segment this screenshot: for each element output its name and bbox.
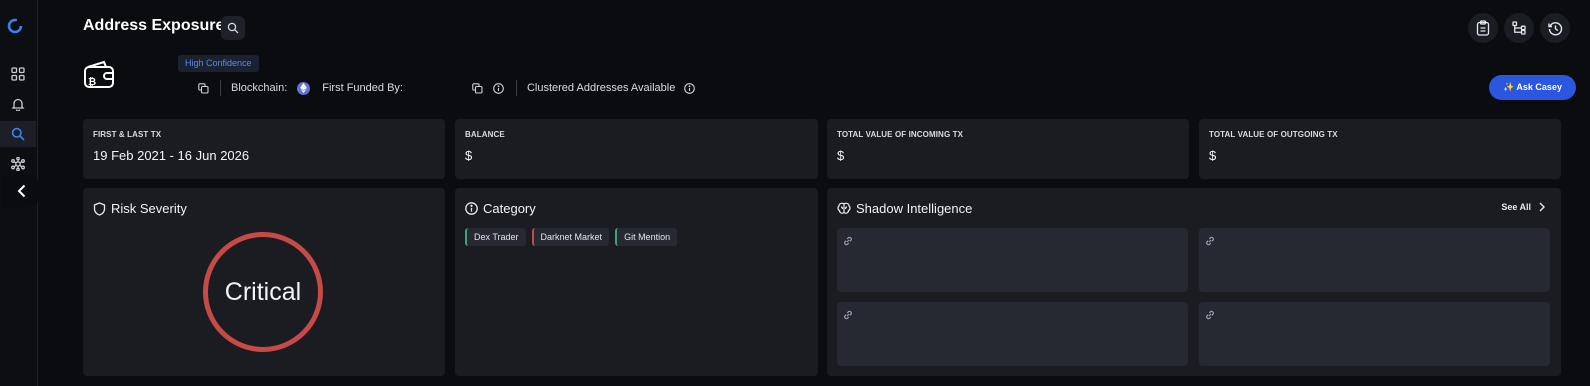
sidebar-item-alerts[interactable]	[0, 91, 36, 117]
first-funded-label: First Funded By:	[322, 82, 403, 94]
grid-icon	[11, 67, 25, 81]
report-button[interactable]	[1468, 13, 1498, 43]
category-tag[interactable]: Git Mention	[615, 228, 678, 246]
info-icon	[684, 82, 695, 94]
title-search-button[interactable]	[221, 16, 245, 40]
chevron-right-icon	[1539, 202, 1545, 212]
see-all-label: See All	[1501, 202, 1531, 212]
stat-label: FIRST & LAST TX	[93, 130, 162, 139]
stat-label: TOTAL VALUE OF OUTGOING TX	[1209, 130, 1338, 139]
svg-text:₿: ₿	[88, 76, 96, 88]
sidebar-item-network[interactable]	[0, 151, 36, 177]
bell-icon	[11, 98, 25, 111]
copy-funder-button[interactable]	[471, 81, 485, 95]
intel-card[interactable]	[1199, 228, 1550, 292]
link-icon	[844, 236, 852, 246]
search-icon	[11, 127, 25, 141]
collapse-sidebar-button[interactable]	[2, 175, 42, 207]
category-title: Category	[483, 201, 536, 216]
info-icon	[493, 82, 505, 94]
intel-title: Shadow Intelligence	[856, 201, 973, 216]
category-tag[interactable]: Darknet Market	[531, 228, 610, 246]
divider	[220, 80, 221, 96]
stat-label: BALANCE	[465, 130, 505, 139]
intel-card[interactable]	[837, 228, 1188, 292]
stat-card-incoming-tx: TOTAL VALUE OF INCOMING TX $	[827, 119, 1189, 179]
sidebar-item-search[interactable]	[0, 121, 36, 147]
clipboard-icon	[1476, 20, 1490, 36]
stat-value: $	[837, 148, 845, 163]
app-logo[interactable]	[7, 18, 23, 34]
page-title: Address Exposure	[83, 17, 225, 34]
shield-icon	[93, 201, 106, 216]
copy-icon	[472, 82, 484, 94]
history-button[interactable]	[1540, 13, 1570, 43]
history-icon	[1547, 21, 1562, 35]
stat-label: TOTAL VALUE OF INCOMING TX	[837, 130, 964, 139]
funder-info-button[interactable]	[492, 81, 506, 95]
stat-card-outgoing-tx: TOTAL VALUE OF OUTGOING TX $	[1199, 119, 1561, 179]
ethereum-icon	[297, 81, 311, 95]
shadow-intelligence-panel: Shadow Intelligence See All	[827, 188, 1561, 376]
copy-address-button[interactable]	[196, 81, 210, 95]
intel-card[interactable]	[1199, 302, 1550, 366]
risk-level: Critical	[224, 277, 302, 306]
category-tag[interactable]: Dex Trader	[465, 228, 526, 246]
risk-severity-panel: Risk Severity Critical	[83, 188, 445, 376]
clustered-addresses-label: Clustered Addresses Available	[526, 82, 676, 94]
sidebar-item-dashboard[interactable]	[0, 61, 36, 87]
risk-level-ring: Critical	[203, 232, 323, 352]
intel-card[interactable]	[837, 302, 1188, 366]
stat-card-first-last-tx: FIRST & LAST TX 19 Feb 2021 - 16 Jun 202…	[83, 119, 445, 179]
ask-casey-button[interactable]: ✨ Ask Casey	[1489, 75, 1576, 100]
link-icon	[1206, 236, 1214, 246]
see-all-link[interactable]: See All	[1501, 202, 1545, 212]
link-icon	[1206, 310, 1214, 320]
search-icon	[227, 22, 239, 34]
network-icon	[11, 157, 25, 171]
stat-value: $	[465, 148, 473, 163]
panel-title: Category	[465, 201, 536, 216]
link-icon	[844, 310, 852, 320]
hierarchy-icon	[1512, 21, 1526, 35]
brain-icon	[837, 202, 851, 214]
risk-title: Risk Severity	[111, 201, 187, 216]
chevron-left-icon	[17, 184, 26, 198]
wallet-icon: ₿	[84, 60, 114, 88]
category-panel: Category Dex Trader Darknet Market Git M…	[455, 188, 818, 376]
stat-card-balance: BALANCE $	[455, 119, 818, 179]
address-meta-row: Blockchain: First Funded By: Clustered A…	[196, 79, 696, 97]
clustered-info-button[interactable]	[682, 81, 696, 95]
stat-value: $	[1209, 148, 1217, 163]
blockchain-label: Blockchain:	[231, 82, 288, 94]
top-actions	[1468, 13, 1570, 43]
divider	[515, 80, 517, 96]
confidence-badge: High Confidence	[178, 55, 259, 72]
stat-value: 19 Feb 2021 - 16 Jun 2026	[93, 148, 250, 163]
panel-title: Shadow Intelligence	[837, 201, 972, 216]
info-icon	[465, 202, 478, 215]
panel-title: Risk Severity	[93, 201, 187, 216]
copy-icon	[197, 82, 209, 94]
graph-button[interactable]	[1504, 13, 1534, 43]
category-tags: Dex Trader Darknet Market Git Mention	[465, 228, 678, 246]
main-content: Address Exposure ₿ High Confidence Block…	[38, 0, 1590, 386]
